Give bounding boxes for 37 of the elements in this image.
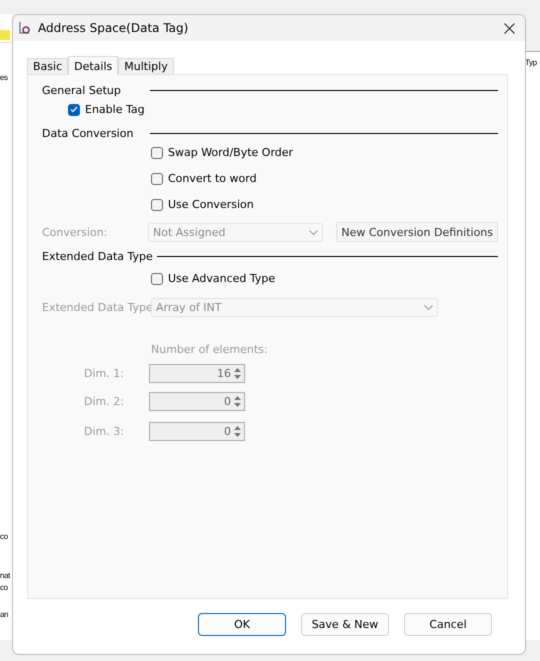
checkbox[interactable] [151, 198, 163, 210]
checkbox[interactable] [68, 104, 80, 116]
checkbox-label: Swap Word/Byte Order [168, 146, 294, 159]
chevron-down-icon [309, 230, 318, 234]
dialog-button[interactable]: Save & New [301, 613, 389, 636]
section-heading: Extended Data Type [42, 250, 153, 263]
chevron-down-icon [424, 305, 433, 310]
section-heading: Data Conversion [42, 127, 134, 140]
background-text: nat [0, 571, 10, 580]
checkbox[interactable] [151, 172, 163, 184]
dialog-button[interactable]: Cancel [404, 613, 492, 636]
checkbox[interactable] [151, 146, 163, 158]
checkbox-label: Use Advanced Type [168, 272, 276, 285]
window-title: Address Space(Data Tag) [38, 21, 190, 35]
checkbox-label: Convert to word [168, 172, 257, 185]
checkbox-label: Enable Tag [85, 103, 145, 116]
checkbox[interactable] [151, 272, 163, 284]
tab[interactable]: Details [68, 56, 118, 75]
dimension-label: Dim. 1: [83, 367, 125, 380]
checkbox-label: Use Conversion [168, 198, 254, 211]
close-icon[interactable] [504, 22, 515, 34]
field-label: Conversion: [42, 226, 108, 238]
dialog-button[interactable]: OK [198, 613, 286, 636]
background-text: es [0, 73, 8, 82]
background-text: Typ [525, 58, 537, 67]
app-icon [18, 21, 32, 35]
background-text: co [0, 532, 8, 541]
background-text: co [0, 583, 8, 592]
dimension-label: Dim. 2: [83, 395, 125, 408]
tab[interactable]: Basic [27, 58, 68, 74]
section-heading: General Setup [42, 84, 122, 97]
new-conversion-button[interactable]: New Conversion Definitions [336, 222, 498, 242]
elements-heading: Number of elements: [151, 343, 269, 356]
tab[interactable]: Multiply [118, 58, 174, 74]
dimension-label: Dim. 3: [83, 425, 125, 438]
toolbar-icon [0, 30, 10, 40]
background-text: an [0, 610, 8, 619]
